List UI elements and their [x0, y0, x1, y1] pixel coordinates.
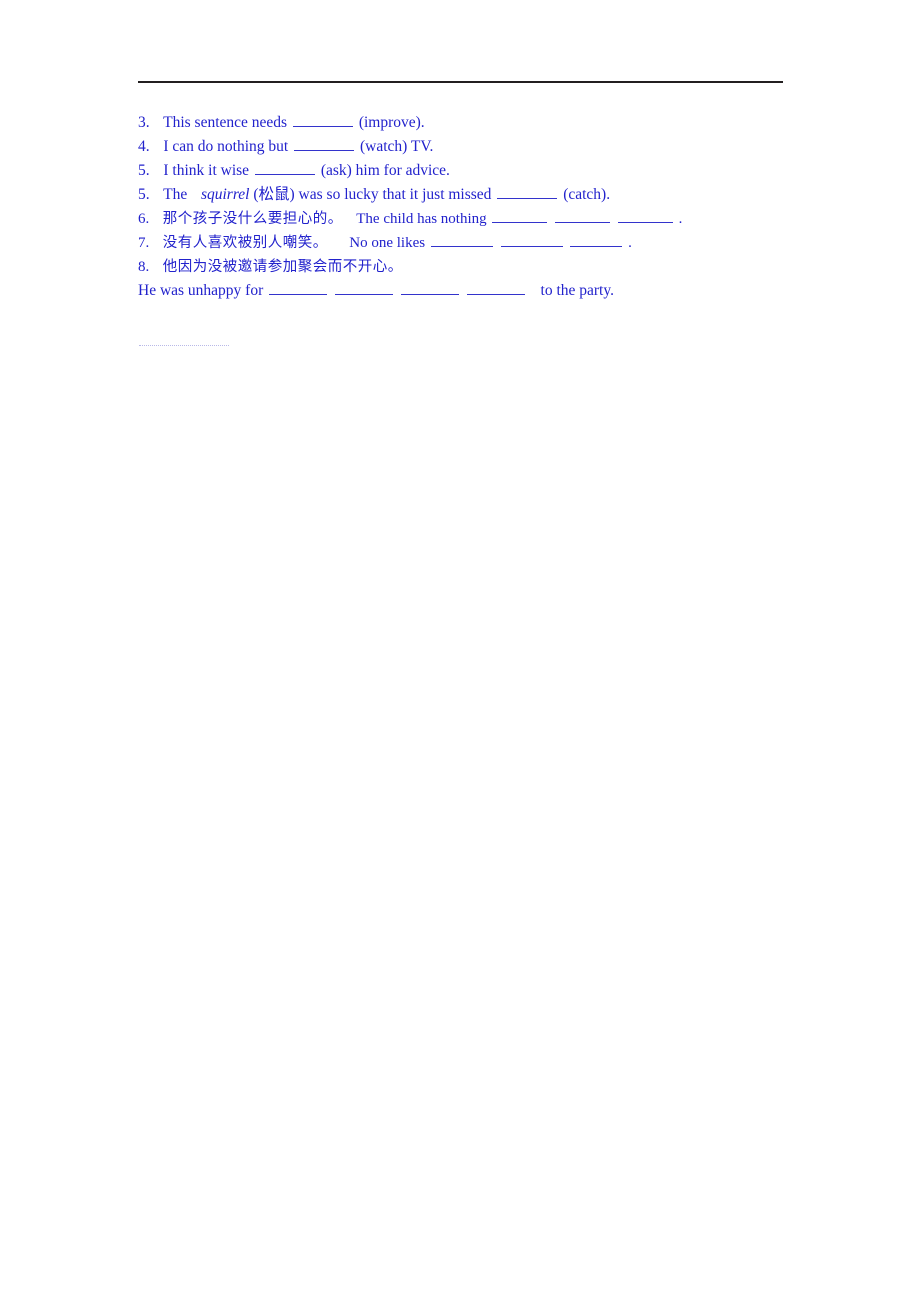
answer-blank[interactable]: [497, 185, 558, 199]
exercise-number: 3.: [138, 114, 150, 131]
translation-lead: He was unhappy for: [138, 282, 264, 299]
exercise-item-8: 8. 他因为没被邀请参加聚会而不开心。: [138, 255, 838, 279]
worksheet-page: 3. This sentence needs (improve). 4. I c…: [0, 0, 920, 1302]
exercise-item-5a: 5. I think it wise (ask) him for advice.: [138, 159, 838, 183]
exercise-text-the: The: [163, 186, 188, 203]
exercise-text: I can do nothing but: [163, 138, 289, 155]
translation-tail: to the party.: [540, 282, 614, 299]
answer-blank[interactable]: [555, 209, 611, 223]
header-divider-rule: [138, 81, 783, 83]
answer-blank[interactable]: [466, 281, 525, 295]
answer-blank[interactable]: [500, 233, 563, 247]
answer-blank[interactable]: [294, 137, 355, 151]
vocabulary-word-italic: squirrel: [200, 186, 250, 203]
answer-blank[interactable]: [617, 209, 673, 223]
translation-lead: No one likes: [349, 235, 426, 251]
chinese-prompt: 他因为没被邀请参加聚会而不开心。: [162, 259, 403, 275]
answer-blank[interactable]: [335, 281, 394, 295]
answer-blank[interactable]: [570, 233, 623, 247]
exercise-number: 4.: [138, 138, 150, 155]
exercise-hint: (ask) him for advice.: [320, 162, 450, 179]
answer-blank[interactable]: [400, 281, 459, 295]
exercise-item-7: 7. 没有人喜欢被别人嘲笑。 No one likes .: [138, 231, 838, 255]
exercise-item-6: 6. 那个孩子没什么要担心的。 The child has nothing .: [138, 207, 838, 231]
exercise-text: I think it wise: [163, 162, 250, 179]
exercise-text-gloss: (松鼠) was so lucky that it just missed: [253, 186, 492, 203]
chinese-prompt: 那个孩子没什么要担心的。: [162, 211, 343, 227]
exercise-item-4: 4. I can do nothing but (watch) TV.: [138, 135, 838, 159]
exercise-number: 8.: [138, 259, 150, 275]
exercise-item-3: 3. This sentence needs (improve).: [138, 111, 838, 135]
exercise-number: 5.: [138, 186, 150, 203]
exercise-item-8-answer-line: He was unhappy for to the party.: [138, 279, 838, 303]
sentence-period: .: [678, 211, 683, 227]
exercise-hint: (catch).: [563, 186, 611, 203]
faint-dotted-rule: [139, 345, 229, 347]
exercise-number: 6.: [138, 211, 150, 227]
chinese-prompt: 没有人喜欢被别人嘲笑。: [162, 235, 328, 251]
exercise-list: 3. This sentence needs (improve). 4. I c…: [138, 111, 838, 303]
answer-blank[interactable]: [492, 209, 548, 223]
exercise-number: 7.: [138, 235, 150, 251]
exercise-text: This sentence needs: [163, 114, 288, 131]
answer-blank[interactable]: [269, 281, 328, 295]
exercise-hint: (watch) TV.: [359, 138, 434, 155]
exercise-number: 5.: [138, 162, 150, 179]
answer-blank[interactable]: [430, 233, 493, 247]
answer-blank[interactable]: [254, 161, 315, 175]
sentence-period: .: [628, 235, 632, 251]
exercise-hint: (improve).: [358, 114, 425, 131]
answer-blank[interactable]: [292, 113, 353, 127]
exercise-item-5b: 5. The squirrel (松鼠) was so lucky that i…: [138, 183, 838, 207]
translation-lead: The child has nothing: [356, 211, 487, 227]
